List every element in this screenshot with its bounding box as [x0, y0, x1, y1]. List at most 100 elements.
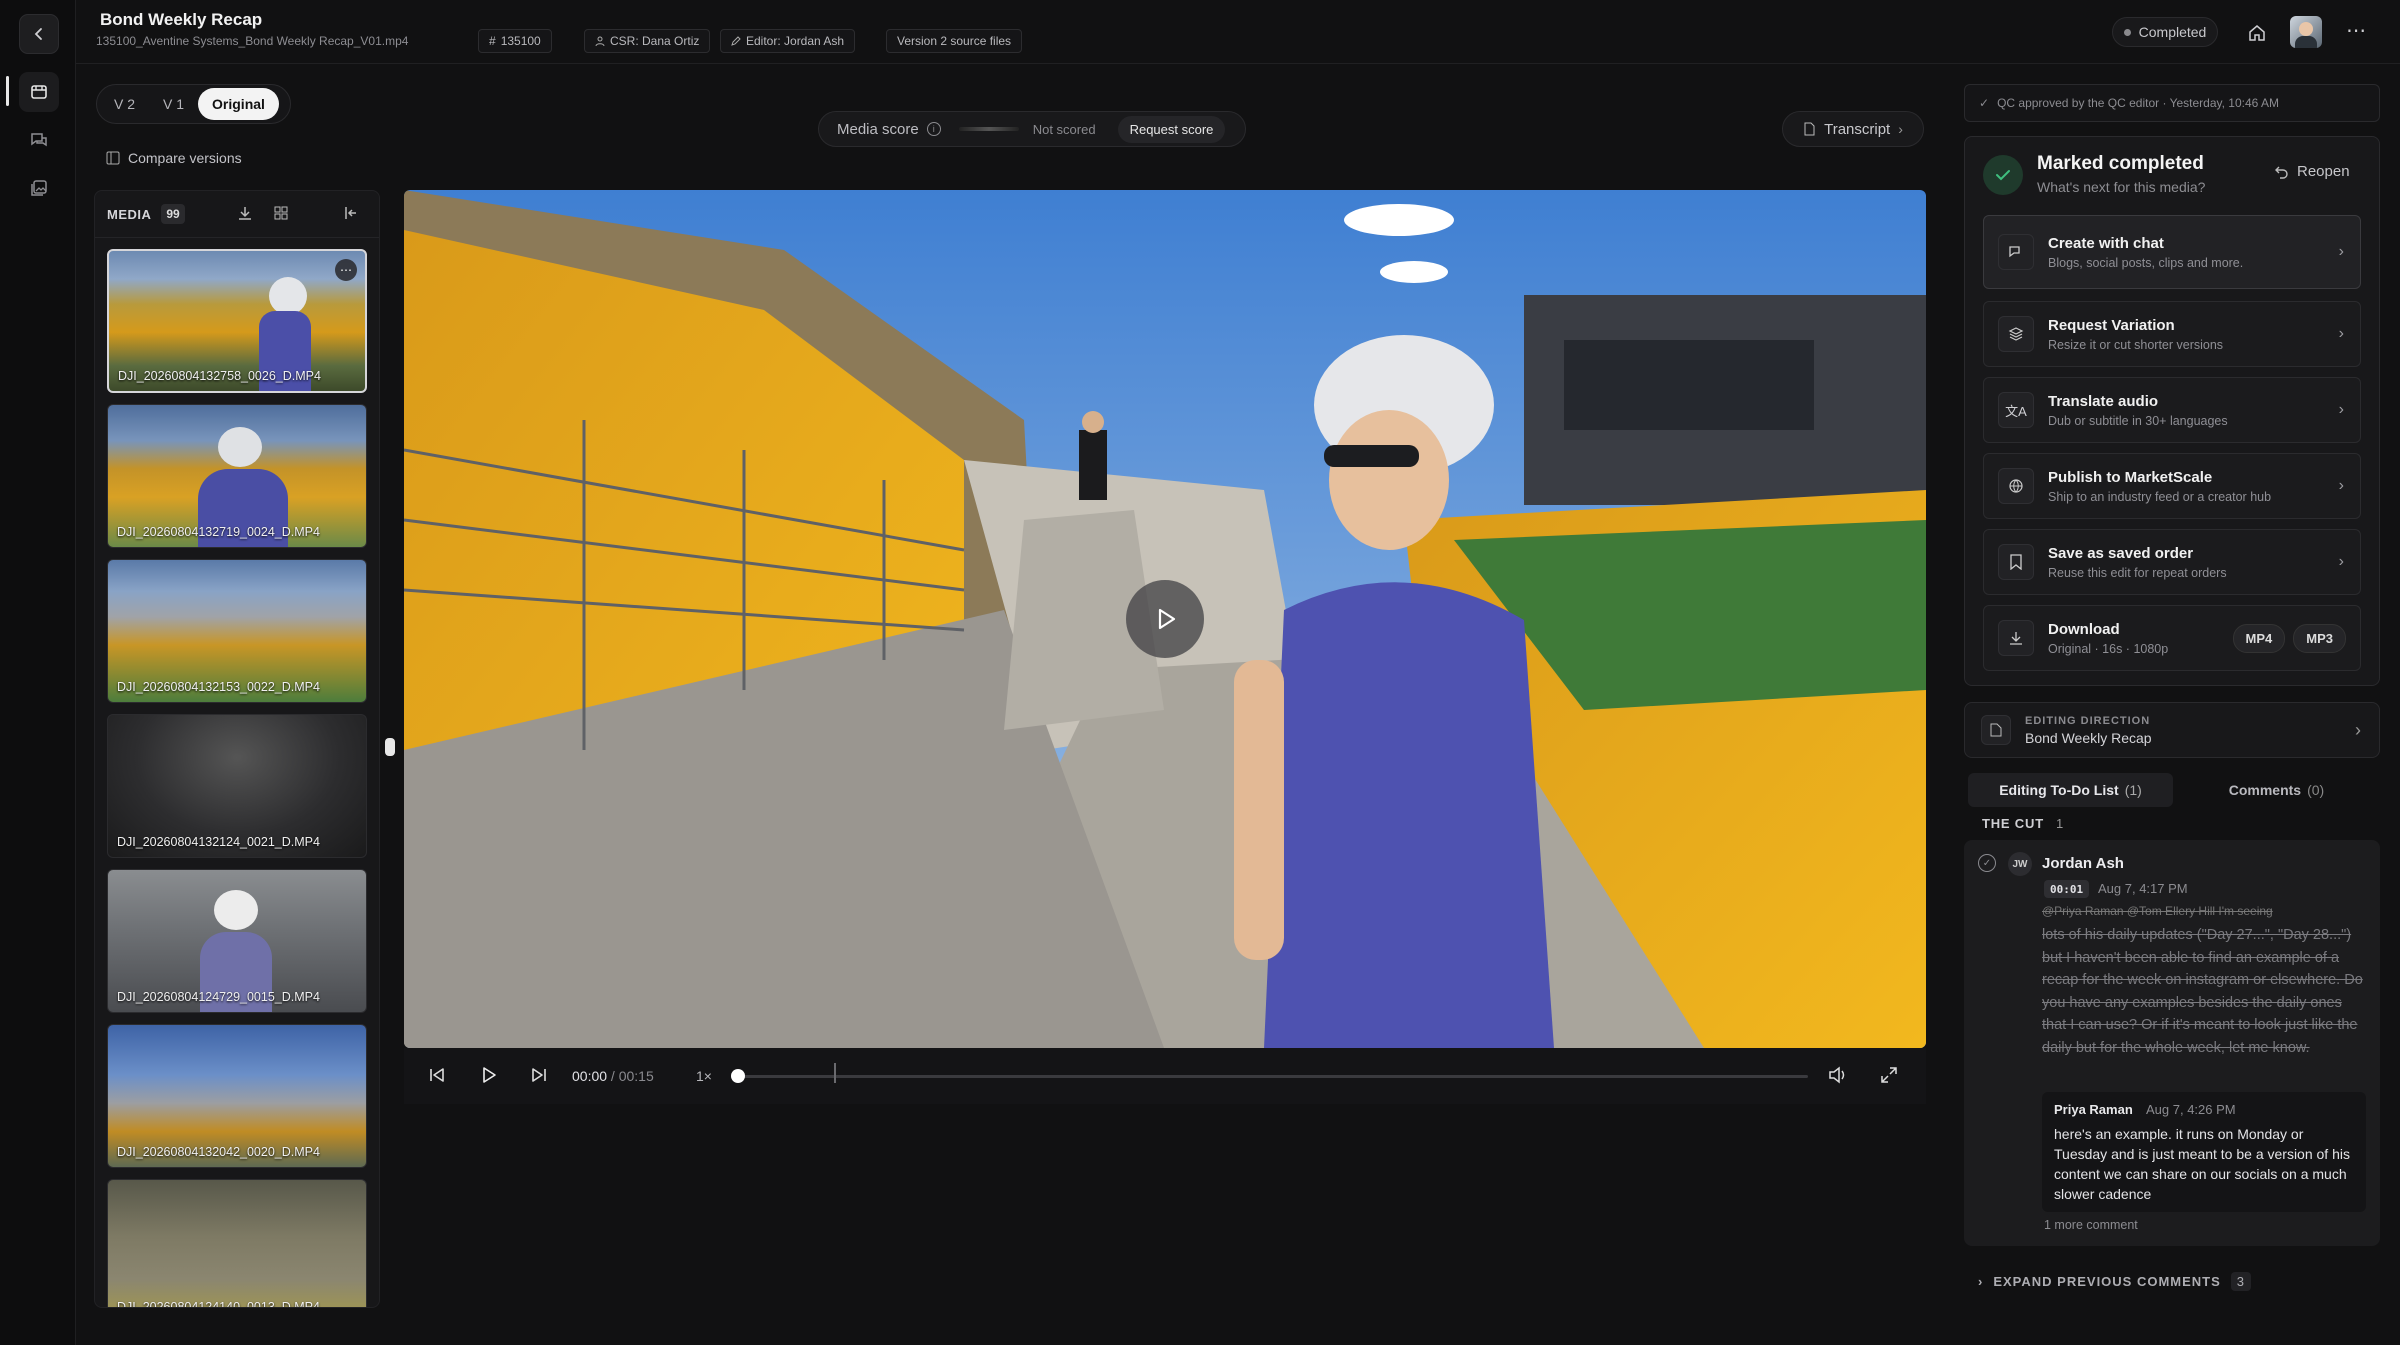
media-item-1[interactable]: DJI_20260804132719_0024_D.MP4: [107, 404, 367, 548]
action-title: Translate audio: [2048, 392, 2159, 410]
transcript-button[interactable]: Transcript ›: [1782, 111, 1924, 147]
todo-tabs: Editing To-Do List (1) Comments (0): [1964, 772, 2380, 808]
media-panel: MEDIA 99 ⋯ DJI_20260804132758_0026_D.MP4…: [94, 190, 380, 1308]
scrubber-handle[interactable]: [731, 1069, 745, 1083]
video-frame[interactable]: [404, 190, 1926, 1048]
media-label: MEDIA: [107, 207, 152, 222]
cut-section-header: THE CUT 1: [1982, 816, 2064, 831]
playback-speed[interactable]: 1×: [696, 1068, 712, 1084]
nav-media-button[interactable]: [19, 72, 59, 112]
editing-direction[interactable]: EDITING DIRECTION Bond Weekly Recap ›: [1964, 702, 2380, 758]
item-more-icon[interactable]: ⋯: [335, 259, 357, 281]
download-icon[interactable]: [237, 205, 253, 226]
skip-back-icon[interactable]: [428, 1066, 446, 1089]
action-title: Create with chat: [2048, 234, 2164, 252]
action-desc: Ship to an industry feed or a creator hu…: [2048, 489, 2272, 504]
volume-icon[interactable]: [1828, 1066, 1848, 1089]
timecode-badge[interactable]: 00:01: [2044, 880, 2090, 898]
chevron-right-icon: ›: [2338, 401, 2344, 418]
more-options-icon[interactable]: ⋯: [2346, 18, 2367, 43]
media-item-name: DJI_20260804124140_0013_D.MP4: [117, 1300, 320, 1308]
home-button[interactable]: [2244, 20, 2270, 46]
top-bar: Bond Weekly Recap 135100_Aventine System…: [76, 0, 2400, 64]
compare-versions-button[interactable]: Compare versions: [106, 150, 242, 166]
action-create-with-chat[interactable]: Create with chat Blogs, social posts, cli…: [1983, 215, 2361, 289]
chevron-right-icon: ›: [2338, 553, 2344, 570]
completed-check-icon: [1983, 155, 2023, 195]
reopen-button[interactable]: Reopen: [2275, 163, 2350, 180]
media-item-4[interactable]: DJI_20260804124729_0015_D.MP4: [107, 869, 367, 1013]
version-files-chip[interactable]: Version 2 source files: [886, 29, 1023, 53]
tab-v1[interactable]: V 1: [149, 88, 198, 120]
editing-direction-label: EDITING DIRECTION: [2025, 714, 2151, 727]
tab-comments[interactable]: Comments (0): [2173, 773, 2380, 807]
media-item-5[interactable]: DJI_20260804132042_0020_D.MP4: [107, 1024, 367, 1168]
scrubber-track[interactable]: [731, 1063, 1808, 1083]
grid-view-icon[interactable]: [273, 205, 289, 226]
status-dot: [2123, 28, 2131, 36]
tab-original[interactable]: Original: [198, 88, 279, 120]
check-icon: ✓: [1979, 96, 1990, 110]
download-mp4-button[interactable]: MP4: [2232, 623, 2286, 653]
todo-tab-count: (1): [2124, 782, 2142, 798]
action-desc: Resize it or cut shorter versions: [2048, 337, 2224, 352]
page-title: Bond Weekly Recap: [100, 10, 263, 29]
request-score-button[interactable]: Request score: [1117, 115, 1226, 143]
comment-date: Aug 7, 4:17 PM: [2098, 881, 2188, 896]
media-item-2[interactable]: DJI_20260804132153_0022_D.MP4: [107, 559, 367, 703]
more-comments-link[interactable]: 1 more comment: [2044, 1218, 2138, 1232]
action-publish-marketscale[interactable]: Publish to MarketScale Ship to an industr…: [1983, 453, 2361, 519]
status-text: Completed: [2138, 24, 2207, 40]
nav-gallery-button[interactable]: [19, 168, 59, 208]
globe-icon: [1998, 468, 2034, 504]
media-item-0[interactable]: ⋯ DJI_20260804132758_0026_D.MP4: [107, 249, 367, 393]
action-save-order[interactable]: Save as saved order Reuse this edit for r…: [1983, 529, 2361, 595]
chevron-right-icon: ›: [2338, 477, 2344, 494]
left-rail: [0, 0, 76, 1345]
comment-thread: ✓ JW Jordan Ash 00:01 Aug 7, 4:17 PM @Pr…: [1964, 840, 2380, 1246]
action-title: Request Variation: [2048, 316, 2175, 334]
chevron-right-icon: ›: [1978, 1274, 1984, 1289]
completed-title: Marked completed: [2037, 153, 2204, 174]
reply-date: Aug 7, 4:26 PM: [2146, 1102, 2236, 1117]
reply-body: here's an example. it runs on Monday or …: [2054, 1126, 2350, 1202]
csr-chip[interactable]: CSR: Dana Ortiz: [584, 29, 711, 53]
media-item-name: DJI_20260804132758_0026_D.MP4: [118, 369, 321, 383]
thumb-figure: [218, 427, 262, 467]
comments-tab-label: Comments: [2228, 782, 2302, 798]
action-translate-audio[interactable]: 文A Translate audio Dub or subtitle in 30+…: [1983, 377, 2361, 443]
author-avatar: JW: [2008, 852, 2032, 876]
film-icon: [31, 85, 47, 99]
expand-previous-comments[interactable]: › EXPAND PREVIOUS COMMENTS 3: [1978, 1272, 2252, 1291]
columns-icon: [106, 151, 120, 165]
reply-author: Priya Raman: [2054, 1102, 2133, 1117]
skip-forward-icon[interactable]: [530, 1066, 548, 1089]
info-icon[interactable]: i: [926, 122, 941, 136]
media-item-name: DJI_20260804132153_0022_D.MP4: [117, 680, 320, 694]
chevron-left-icon: [34, 28, 42, 40]
panel-resize-handle[interactable]: [385, 738, 395, 756]
job-id-chip[interactable]: #135100: [478, 29, 552, 53]
tab-v2[interactable]: V 2: [100, 88, 149, 120]
completed-subtitle: What's next for this media?: [2037, 179, 2206, 195]
action-desc: Original · 16s · 1080p: [2048, 641, 2169, 656]
resolve-checkbox[interactable]: ✓: [1978, 854, 1996, 872]
play-button[interactable]: [480, 1066, 498, 1089]
thumb-figure: [269, 277, 307, 315]
media-item-6[interactable]: DJI_20260804124140_0013_D.MP4: [107, 1179, 367, 1308]
comment-marker[interactable]: [834, 1063, 836, 1083]
download-mp3-button[interactable]: MP3: [2293, 623, 2346, 653]
collapse-panel-icon[interactable]: [343, 205, 359, 226]
nav-chat-button[interactable]: [19, 120, 59, 160]
status-badge[interactable]: Completed: [2112, 17, 2218, 47]
translate-icon: 文A: [1998, 392, 2034, 428]
fullscreen-icon[interactable]: [1880, 1066, 1898, 1089]
comment-mentions: @Priya Raman @Tom Ellery Hill I'm seeing: [2042, 904, 2273, 918]
back-button[interactable]: [19, 14, 59, 54]
play-overlay-button[interactable]: [1126, 580, 1204, 658]
action-request-variation[interactable]: Request Variation Resize it or cut shorte…: [1983, 301, 2361, 367]
editor-chip[interactable]: Editor: Jordan Ash: [720, 29, 856, 53]
media-item-3[interactable]: DJI_20260804132124_0021_D.MP4: [107, 714, 367, 858]
avatar[interactable]: [2290, 16, 2322, 48]
tab-editing-todo[interactable]: Editing To-Do List (1): [1968, 773, 2173, 807]
